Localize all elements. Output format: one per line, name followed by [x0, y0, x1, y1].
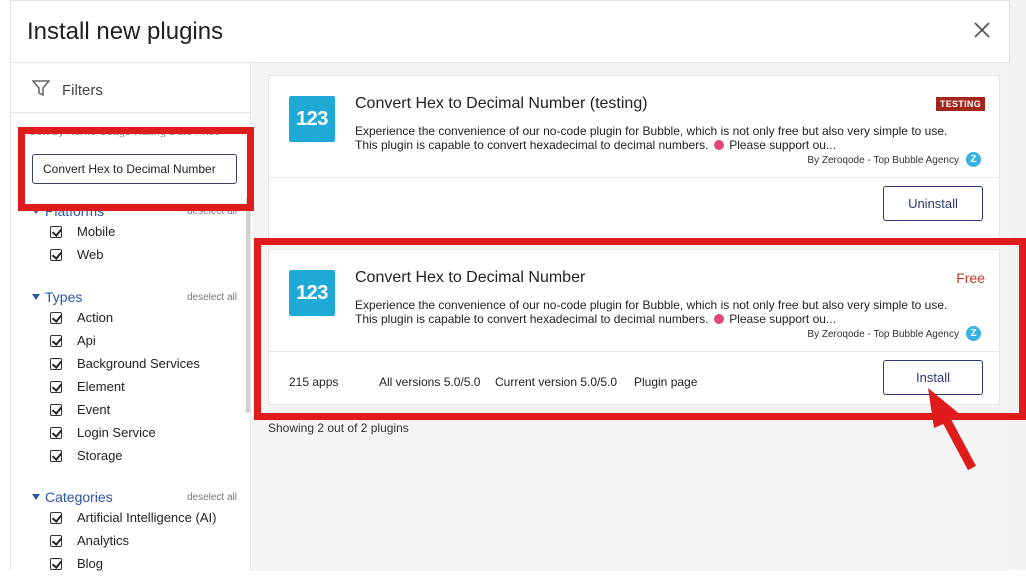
testing-badge: TESTING — [935, 97, 985, 111]
description-line: This plugin is capable to convert hexade… — [355, 138, 709, 152]
results-summary: Showing 2 out of 2 plugins — [268, 421, 409, 435]
plugin-logo: 123 — [289, 96, 335, 142]
checkbox-checked-icon[interactable] — [50, 558, 62, 570]
checkbox-label: Mobile — [77, 224, 116, 239]
checkbox-item[interactable]: Analytics — [32, 530, 237, 553]
plugin-author[interactable]: By Zeroqode - Top Bubble Agency — [807, 155, 959, 166]
zeroqode-icon: Z — [966, 152, 981, 167]
checkbox-item[interactable]: Blog — [32, 553, 237, 576]
checkbox-label: Element — [77, 379, 125, 394]
caret-down-icon — [32, 494, 40, 500]
checkbox-checked-icon[interactable] — [50, 335, 62, 347]
categories-section: Categories deselect all Artificial Intel… — [32, 489, 237, 576]
checkbox-checked-icon[interactable] — [50, 226, 62, 238]
heart-emoji-icon — [713, 140, 724, 150]
checkbox-checked-icon[interactable] — [50, 535, 62, 547]
checkbox-label: Action — [77, 310, 114, 325]
platforms-section: Platforms deselect all Mobile Web — [32, 203, 237, 267]
modal-header: Install new plugins — [11, 1, 1009, 63]
checkbox-item[interactable]: Artificial Intelligence (AI) — [32, 507, 237, 530]
checkbox-label: Artificial Intelligence (AI) — [77, 510, 217, 525]
sidebar-scrollbar[interactable] — [246, 197, 250, 413]
checkbox-checked-icon[interactable] — [50, 358, 62, 370]
types-label: Types — [45, 289, 83, 305]
description-line: Experience the convenience of our no-cod… — [355, 124, 948, 138]
uninstall-button[interactable]: Uninstall — [883, 186, 983, 221]
checkbox-checked-icon[interactable] — [50, 381, 62, 393]
checkbox-label: Analytics — [77, 533, 130, 548]
plugin-card-testing: 123 Convert Hex to Decimal Number (testi… — [268, 75, 1000, 239]
filter-funnel-icon — [32, 80, 50, 97]
caret-down-icon — [32, 294, 40, 300]
plugin-description: Experience the convenience of our no-cod… — [355, 124, 985, 152]
checkbox-label: Background Services — [77, 356, 200, 371]
description-line: Please support ou... — [729, 138, 836, 152]
checkbox-item[interactable]: Api — [32, 330, 237, 353]
checkbox-label: Login Service — [77, 425, 156, 440]
filters-label: Filters — [62, 82, 103, 99]
categories-label: Categories — [45, 489, 113, 505]
types-deselect-all[interactable]: deselect all — [187, 292, 237, 303]
checkbox-item[interactable]: Action — [32, 307, 237, 330]
checkbox-checked-icon[interactable] — [50, 427, 62, 439]
categories-title[interactable]: Categories deselect all — [32, 489, 237, 507]
checkbox-checked-icon[interactable] — [50, 249, 62, 261]
card-divider — [269, 177, 999, 178]
checkbox-label: Event — [77, 402, 111, 417]
checkbox-checked-icon[interactable] — [50, 450, 62, 462]
checkbox-checked-icon[interactable] — [50, 404, 62, 416]
checkbox-item[interactable]: Element — [32, 376, 237, 399]
pointer-arrow-icon — [928, 388, 976, 471]
types-title[interactable]: Types deselect all — [32, 289, 237, 307]
checkbox-item[interactable]: Web — [32, 244, 237, 267]
checkbox-label: Api — [77, 333, 96, 348]
types-section: Types deselect all Action Api Background… — [32, 289, 237, 468]
modal-title: Install new plugins — [27, 18, 224, 45]
checkbox-item[interactable]: Background Services — [32, 353, 237, 376]
checkbox-label: Web — [77, 247, 104, 262]
plugin-highlight-box — [254, 238, 1026, 420]
filters-header: Filters — [11, 63, 250, 113]
checkbox-checked-icon[interactable] — [50, 512, 62, 524]
checkbox-item[interactable]: Storage — [32, 445, 237, 468]
checkbox-label: Storage — [77, 448, 123, 463]
categories-deselect-all[interactable]: deselect all — [187, 492, 237, 503]
search-highlight-box — [18, 127, 254, 211]
checkbox-item[interactable]: Login Service — [32, 422, 237, 445]
plugin-title[interactable]: Convert Hex to Decimal Number (testing) — [355, 95, 648, 113]
close-icon[interactable] — [971, 19, 993, 41]
checkbox-item[interactable]: Event — [32, 399, 237, 422]
checkbox-checked-icon[interactable] — [50, 312, 62, 324]
checkbox-item[interactable]: Mobile — [32, 221, 237, 244]
checkbox-label: Blog — [77, 556, 104, 571]
